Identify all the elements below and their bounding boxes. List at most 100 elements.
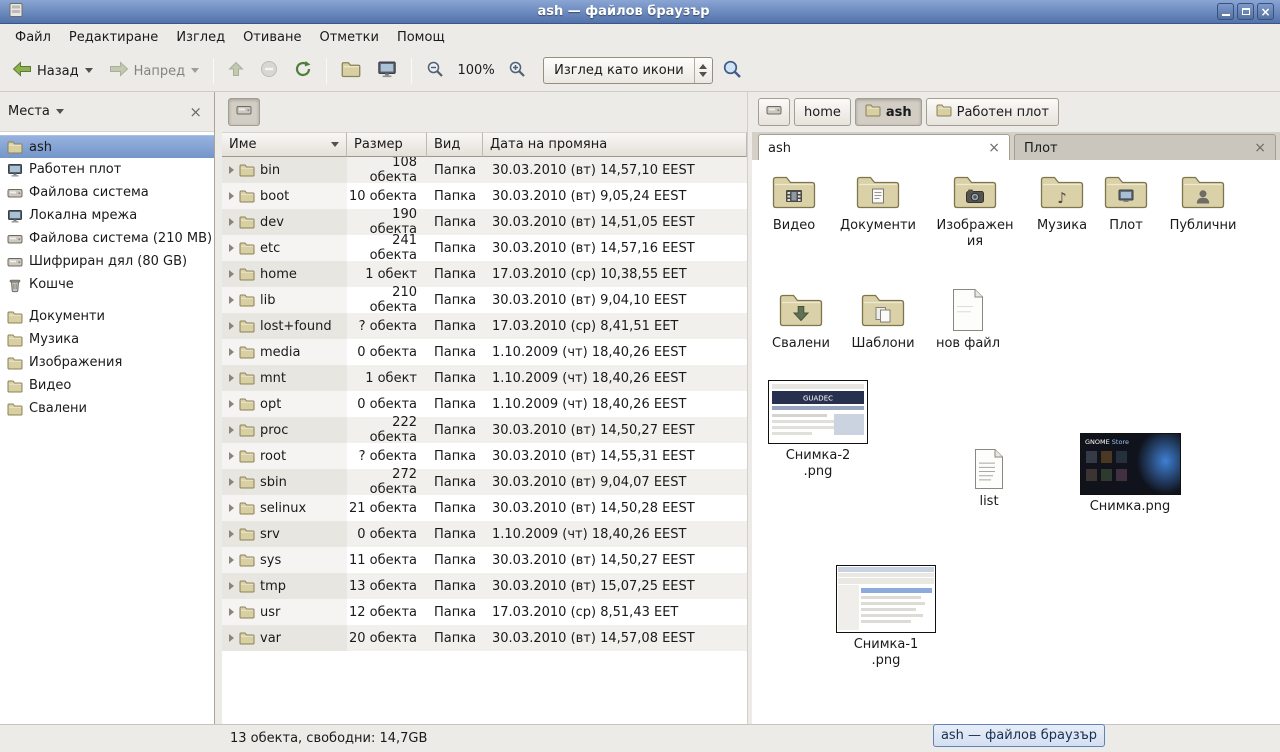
view-mode-select[interactable]: Изглед като икони — [543, 57, 713, 84]
expander-icon[interactable] — [229, 218, 234, 226]
sidebar-item-video[interactable]: Видео — [0, 374, 214, 397]
breadcrumb-desktop[interactable]: Работен плот — [926, 98, 1059, 126]
tab-close-icon[interactable]: × — [1246, 140, 1266, 156]
expander-icon[interactable] — [229, 244, 234, 252]
file-row-sys[interactable]: sys11 обектаПапка30.03.2010 (вт) 14,50,2… — [222, 547, 747, 573]
file-row-proc[interactable]: proc222 обектаПапка30.03.2010 (вт) 14,50… — [222, 417, 747, 443]
sidebar-splitter[interactable] — [215, 92, 222, 724]
search-button[interactable] — [715, 55, 749, 87]
icon-item-snimka-1[interactable]: Снимка-1.png — [834, 565, 938, 668]
file-row-bin[interactable]: bin108 обектаПапка30.03.2010 (вт) 14,57,… — [222, 157, 747, 183]
sidebar-item-downloads[interactable]: Свалени — [0, 397, 214, 420]
file-row-lost+found[interactable]: lost+found? обектаПапка17.03.2010 (ср) 8… — [222, 313, 747, 339]
file-row-dev[interactable]: dev190 обектаПапка30.03.2010 (вт) 14,51,… — [222, 209, 747, 235]
icon-item-snimka-2[interactable]: GUADECСнимка-2.png — [766, 380, 870, 479]
expander-icon[interactable] — [229, 504, 234, 512]
chevron-down-icon[interactable] — [56, 109, 64, 114]
computer-button[interactable] — [370, 55, 404, 87]
file-row-usr[interactable]: usr12 обектаПапка17.03.2010 (ср) 8,51,43… — [222, 599, 747, 625]
sidebar-item-music[interactable]: Музика — [0, 328, 214, 351]
file-row-opt[interactable]: opt0 обектаПапка1.10.2009 (чт) 18,40,26 … — [222, 391, 747, 417]
up-button[interactable] — [221, 55, 251, 87]
menu-go[interactable]: Отиване — [234, 26, 310, 49]
icon-item-downloads[interactable]: Свалени — [761, 288, 841, 352]
close-button[interactable]: × — [1257, 3, 1274, 20]
file-row-sbin[interactable]: sbin272 обектаПапка30.03.2010 (вт) 9,04,… — [222, 469, 747, 495]
root-location-button[interactable] — [758, 98, 790, 126]
file-row-var[interactable]: var20 обектаПапка30.03.2010 (вт) 14,57,0… — [222, 625, 747, 651]
zoom-in-button[interactable] — [501, 55, 533, 87]
icon-item-public[interactable]: Публични — [1163, 170, 1243, 234]
icon-item-video[interactable]: Видео — [754, 170, 834, 234]
root-location-button[interactable] — [228, 98, 260, 126]
icon-item-snimka[interactable]: GNOME StoreСнимка.png — [1077, 433, 1183, 515]
expander-icon[interactable] — [229, 634, 234, 642]
expander-icon[interactable] — [229, 452, 234, 460]
expander-icon[interactable] — [229, 426, 234, 434]
home-button[interactable] — [334, 55, 368, 87]
breadcrumb-ash[interactable]: ash — [855, 98, 922, 126]
expander-icon[interactable] — [229, 348, 234, 356]
expander-icon[interactable] — [229, 556, 234, 564]
expander-icon[interactable] — [229, 192, 234, 200]
sidebar-item-ash[interactable]: ash — [0, 135, 214, 158]
expander-icon[interactable] — [229, 478, 234, 486]
icon-item-pictures[interactable]: Изображения — [929, 170, 1021, 249]
file-row-mnt[interactable]: mnt1 обектПапка1.10.2009 (чт) 18,40,26 E… — [222, 365, 747, 391]
icon-item-list-file[interactable]: list — [951, 448, 1027, 510]
file-row-etc[interactable]: etc241 обектаПапка30.03.2010 (вт) 14,57,… — [222, 235, 747, 261]
menu-edit[interactable]: Редактиране — [60, 26, 167, 49]
sidebar-item-encrypted-80gb[interactable]: Шифриран дял (80 GB) — [0, 250, 214, 273]
column-header-2[interactable]: Вид — [427, 132, 483, 157]
file-row-home[interactable]: home1 обектПапка17.03.2010 (ср) 10,38,55… — [222, 261, 747, 287]
expander-icon[interactable] — [229, 374, 234, 382]
icon-item-new-file[interactable]: нов файл — [928, 288, 1008, 352]
sidebar-item-documents[interactable]: Документи — [0, 305, 214, 328]
sidebar-item-filesystem-210mb[interactable]: Файлова система (210 MB) — [0, 227, 214, 250]
breadcrumb-home[interactable]: home — [794, 98, 851, 126]
tab-close-icon[interactable]: × — [980, 140, 1000, 156]
titlebar[interactable]: ash — файлов браузър × — [0, 0, 1280, 24]
zoom-out-button[interactable] — [419, 55, 451, 87]
file-row-srv[interactable]: srv0 обектаПапка1.10.2009 (чт) 18,40,26 … — [222, 521, 747, 547]
menu-file[interactable]: Файл — [6, 26, 60, 49]
menu-view[interactable]: Изглед — [167, 26, 234, 49]
expander-icon[interactable] — [229, 322, 234, 330]
column-header-1[interactable]: Размер — [347, 132, 427, 157]
expander-icon[interactable] — [229, 296, 234, 304]
menu-help[interactable]: Помощ — [388, 26, 454, 49]
file-row-selinux[interactable]: selinux21 обектаПапка30.03.2010 (вт) 14,… — [222, 495, 747, 521]
tab-ash[interactable]: ash× — [758, 134, 1010, 160]
file-row-tmp[interactable]: tmp13 обектаПапка30.03.2010 (вт) 15,07,2… — [222, 573, 747, 599]
expander-icon[interactable] — [229, 166, 234, 174]
expander-icon[interactable] — [229, 608, 234, 616]
minimize-button[interactable] — [1217, 3, 1234, 20]
expander-icon[interactable] — [229, 270, 234, 278]
tab-plot[interactable]: Плот× — [1014, 134, 1276, 160]
column-header-0[interactable]: Име — [222, 132, 347, 157]
sidebar-item-trash[interactable]: Кошче — [0, 273, 214, 296]
expander-icon[interactable] — [229, 530, 234, 538]
menu-bookmarks[interactable]: Отметки — [310, 26, 387, 49]
file-row-boot[interactable]: boot10 обектаПапка30.03.2010 (вт) 9,05,2… — [222, 183, 747, 209]
reload-button[interactable] — [287, 55, 319, 87]
expander-icon[interactable] — [229, 400, 234, 408]
back-button[interactable]: Назад — [5, 55, 100, 87]
sidebar-item-network[interactable]: Локална мрежа — [0, 204, 214, 227]
places-title[interactable]: Места — [8, 104, 50, 119]
sidebar-item-filesystem[interactable]: Файлова система — [0, 181, 214, 204]
file-row-lib[interactable]: lib210 обектаПапка30.03.2010 (вт) 9,04,1… — [222, 287, 747, 313]
expander-icon[interactable] — [229, 582, 234, 590]
file-row-media[interactable]: media0 обектаПапка1.10.2009 (чт) 18,40,2… — [222, 339, 747, 365]
forward-button[interactable]: Напред — [102, 55, 206, 87]
taskbar-window-button[interactable]: ash — файлов браузър — [933, 724, 1105, 747]
maximize-button[interactable] — [1237, 3, 1254, 20]
close-sidebar-button[interactable]: × — [185, 103, 206, 121]
icon-item-desktop[interactable]: Плот — [1090, 170, 1162, 234]
icon-item-documents[interactable]: Документи — [838, 170, 918, 234]
stop-button[interactable] — [253, 55, 285, 87]
file-row-root[interactable]: root? обектаПапка30.03.2010 (вт) 14,55,3… — [222, 443, 747, 469]
sidebar-item-pictures[interactable]: Изображения — [0, 351, 214, 374]
sidebar-item-desktop[interactable]: Работен плот — [0, 158, 214, 181]
column-header-3[interactable]: Дата на промяна — [483, 132, 747, 157]
